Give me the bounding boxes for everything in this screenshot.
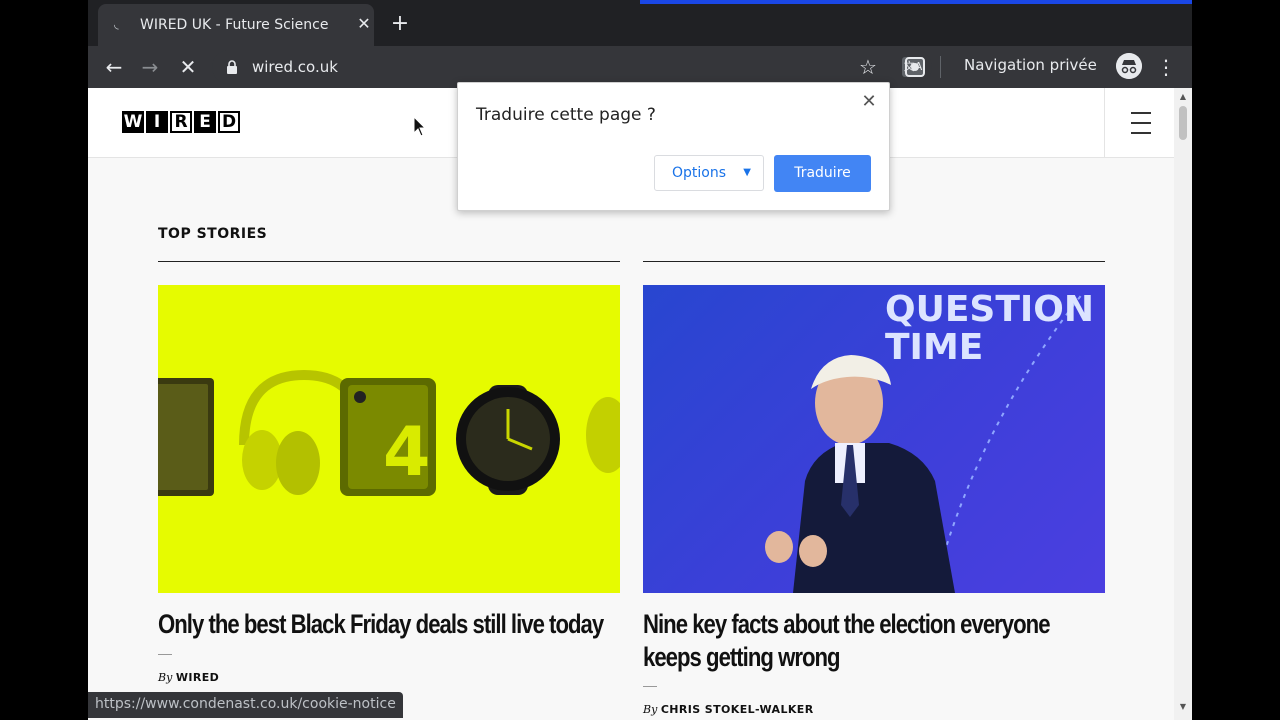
svg-text:4: 4: [383, 413, 430, 492]
story-image-gadgets[interactable]: 4: [158, 285, 620, 593]
translate-options-button[interactable]: Options ▼: [654, 155, 764, 191]
back-arrow-icon[interactable]: ←: [100, 53, 128, 81]
story-author[interactable]: WIRED: [176, 671, 219, 684]
story-headline[interactable]: Only the best Black Friday deals still l…: [158, 608, 617, 641]
translate-popup: Traduire cette page ? ✕ Options ▼ Tradui…: [457, 82, 890, 211]
address-url[interactable]: wired.co.uk: [252, 58, 338, 76]
page-scrollbar[interactable]: ▲ ▼: [1174, 88, 1192, 720]
section-title: TOP STORIES: [158, 226, 268, 242]
status-url-bar: https://www.condenast.co.uk/cookie-notic…: [88, 692, 403, 718]
scrollbar-thumb[interactable]: [1179, 106, 1187, 140]
story-byline: By CHRIS STOKEL-WALKER: [643, 703, 814, 716]
hamburger-menu-icon[interactable]: [1104, 88, 1174, 158]
tab-strip: ◟ WIRED UK - Future Science ✕ +: [88, 0, 1192, 46]
wired-logo[interactable]: WIRED: [122, 111, 240, 133]
section-divider: [158, 261, 620, 262]
logo-letter: R: [170, 111, 192, 133]
mouse-cursor-icon: [413, 116, 427, 137]
logo-letter: D: [218, 111, 240, 133]
browser-tab[interactable]: ◟ WIRED UK - Future Science ✕: [98, 4, 374, 46]
incognito-label[interactable]: Navigation privée: [964, 56, 1097, 74]
logo-letter: E: [194, 111, 216, 133]
story-headline[interactable]: Nine key facts about the election everyo…: [643, 608, 1102, 674]
translate-popup-title: Traduire cette page ?: [476, 105, 656, 125]
new-tab-icon[interactable]: +: [388, 12, 412, 36]
browser-menu-icon[interactable]: ⋮: [1152, 53, 1180, 81]
bookmark-star-icon[interactable]: ☆: [854, 53, 882, 81]
logo-letter: I: [146, 111, 168, 133]
lock-icon: [227, 60, 237, 74]
browser-window: ◟ WIRED UK - Future Science ✕ + ← → ✕ wi…: [88, 0, 1192, 720]
scroll-up-arrow-icon[interactable]: ▲: [1178, 92, 1188, 101]
byline-divider: [158, 654, 172, 655]
byline-divider: [643, 686, 657, 687]
extension-icon[interactable]: [902, 54, 928, 80]
loading-spinner-icon: ◟: [114, 17, 119, 31]
tab-close-icon[interactable]: ✕: [354, 14, 374, 34]
forward-arrow-icon[interactable]: →: [136, 53, 164, 81]
dropdown-caret-icon: ▼: [743, 167, 751, 178]
story-byline: By WIRED: [158, 671, 219, 684]
scroll-down-arrow-icon[interactable]: ▼: [1178, 702, 1188, 711]
address-bar[interactable]: wired.co.uk 文A: [212, 50, 932, 84]
loading-indicator: [640, 0, 1192, 4]
logo-letter: W: [122, 111, 144, 133]
popup-close-icon[interactable]: ✕: [858, 91, 880, 113]
translate-button[interactable]: Traduire: [774, 155, 871, 192]
image-caption-line2: TIME: [885, 327, 983, 368]
incognito-icon[interactable]: [1116, 53, 1142, 79]
byline-prefix: By: [158, 671, 173, 684]
toolbar-divider: [940, 56, 941, 78]
byline-prefix: By: [643, 703, 658, 716]
stop-loading-icon[interactable]: ✕: [174, 53, 202, 81]
story-author[interactable]: CHRIS STOKEL-WALKER: [661, 703, 814, 716]
image-caption-line1: QUESTION: [885, 289, 1094, 330]
tab-title: WIRED UK - Future Science: [140, 17, 329, 33]
translate-options-label: Options: [672, 165, 727, 181]
story-image-question-time[interactable]: QUESTION TIME: [643, 285, 1105, 593]
section-divider: [643, 261, 1105, 262]
